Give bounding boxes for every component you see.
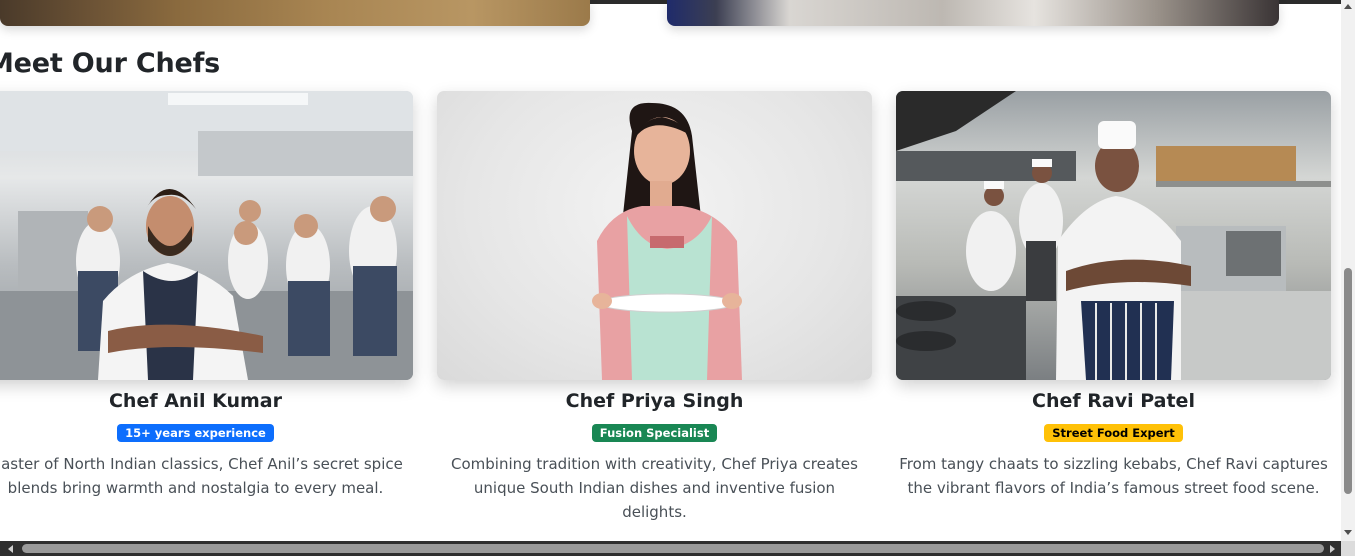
scroll-left-arrow-icon[interactable] bbox=[8, 545, 13, 553]
chef-card-priya: Chef Priya Singh Fusion Specialist Combi… bbox=[437, 91, 872, 524]
chef-name: Chef Priya Singh bbox=[565, 390, 744, 412]
chef-description: Master of North Indian classics, Chef An… bbox=[0, 455, 403, 497]
specialty-badge: Fusion Specialist bbox=[591, 424, 718, 442]
chef-card-anil: Chef Anil Kumar 15+ years experience Mas… bbox=[0, 91, 413, 500]
vertical-scrollbar[interactable] bbox=[1341, 0, 1355, 541]
gallery-image-left bbox=[0, 0, 590, 26]
chef-name: Chef Ravi Patel bbox=[1032, 390, 1195, 412]
chef-name: Chef Anil Kumar bbox=[108, 390, 282, 412]
scroll-right-arrow-icon[interactable] bbox=[1330, 545, 1335, 553]
chef-photo bbox=[896, 91, 1331, 380]
experience-badge: 15+ years experience bbox=[117, 424, 274, 442]
chef-description: From tangy chaats to sizzling kebabs, Ch… bbox=[899, 455, 1328, 497]
scroll-up-arrow-icon[interactable] bbox=[1344, 4, 1352, 9]
gallery-image-right bbox=[667, 0, 1279, 26]
vertical-scroll-thumb[interactable] bbox=[1344, 268, 1352, 494]
section-title: Meet Our Chefs bbox=[0, 48, 221, 79]
chef-card-ravi: Chef Ravi Patel Street Food Expert From … bbox=[896, 91, 1331, 500]
chef-description: Combining tradition with creativity, Che… bbox=[451, 455, 858, 521]
horizontal-scroll-thumb[interactable] bbox=[22, 544, 1324, 553]
chef-photo bbox=[0, 91, 413, 380]
scroll-down-arrow-icon[interactable] bbox=[1344, 530, 1352, 535]
specialty-badge: Street Food Expert bbox=[1044, 424, 1183, 442]
scrollbar-corner bbox=[1341, 541, 1355, 556]
chef-photo bbox=[437, 91, 872, 380]
horizontal-scrollbar[interactable] bbox=[0, 541, 1341, 556]
